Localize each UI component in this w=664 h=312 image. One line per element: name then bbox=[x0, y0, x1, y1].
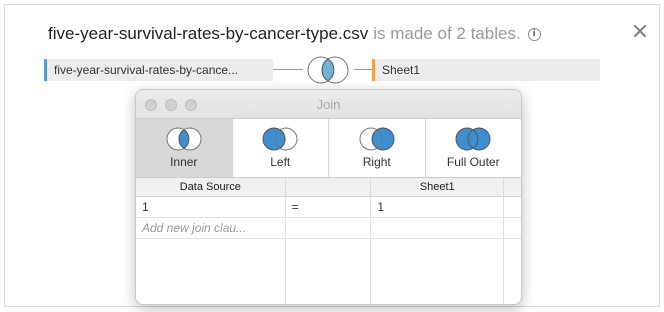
join-type-right[interactable]: Right bbox=[329, 119, 426, 177]
operator-cell[interactable]: = bbox=[286, 197, 372, 217]
join-type-left[interactable]: Left bbox=[233, 119, 329, 177]
right-table-pill[interactable]: Sheet1 bbox=[372, 59, 600, 81]
right-table-label: Sheet1 bbox=[382, 63, 421, 77]
empty-column bbox=[504, 239, 521, 304]
header-sheet1: Sheet1 bbox=[371, 178, 505, 196]
row-spacer bbox=[504, 197, 521, 217]
join-type-label: Inner bbox=[170, 155, 198, 169]
venn-inner-icon bbox=[166, 127, 202, 151]
page-title: five-year-survival-rates-by-cancer-type.… bbox=[48, 24, 541, 44]
connector-line-right bbox=[354, 69, 372, 70]
grid-empty-area bbox=[136, 239, 521, 304]
venn-full-outer-icon bbox=[455, 127, 491, 151]
join-type-inner[interactable]: Inner bbox=[136, 119, 233, 177]
file-name: five-year-survival-rates-by-cancer-type.… bbox=[48, 24, 369, 43]
join-venn-icon[interactable] bbox=[302, 55, 354, 85]
dialog-title: Join bbox=[316, 97, 341, 112]
connector-line-left bbox=[273, 69, 303, 70]
close-icon[interactable]: × bbox=[630, 21, 650, 43]
left-table-label: five-year-survival-rates-by-cance... bbox=[54, 63, 239, 77]
join-clause-row[interactable]: 1 = 1 bbox=[136, 197, 521, 218]
join-type-label: Full Outer bbox=[446, 155, 500, 169]
left-field-cell[interactable]: 1 bbox=[136, 197, 286, 217]
join-type-label: Left bbox=[270, 155, 291, 169]
row-spacer bbox=[504, 218, 521, 238]
venn-right-icon bbox=[359, 127, 395, 151]
venn-left-icon bbox=[262, 127, 298, 151]
empty-column bbox=[136, 239, 286, 304]
info-icon[interactable]: i bbox=[527, 27, 541, 41]
header-spacer bbox=[504, 178, 521, 196]
join-clause-grid: Data Source Sheet1 1 = 1 Add new join cl… bbox=[136, 178, 521, 304]
join-type-full-outer[interactable]: Full Outer bbox=[426, 119, 522, 177]
table-count-text: is made of 2 tables. bbox=[373, 24, 521, 43]
add-join-clause-placeholder[interactable]: Add new join clau... bbox=[136, 218, 286, 238]
add-join-clause-row[interactable]: Add new join clau... bbox=[136, 218, 521, 239]
join-type-selector: Inner Left Right Full Outer bbox=[136, 119, 521, 178]
empty-column bbox=[286, 239, 372, 304]
empty-cell bbox=[371, 218, 505, 238]
left-table-pill[interactable]: five-year-survival-rates-by-cance... bbox=[44, 59, 273, 81]
join-dialog: Join Inner Left Right Full Outer Data So… bbox=[135, 89, 522, 305]
right-field-cell[interactable]: 1 bbox=[371, 197, 505, 217]
empty-column bbox=[371, 239, 505, 304]
grid-header-row: Data Source Sheet1 bbox=[136, 178, 521, 197]
header-data-source: Data Source bbox=[136, 178, 286, 196]
header-operator bbox=[286, 178, 372, 196]
dialog-titlebar: Join bbox=[136, 90, 521, 119]
join-type-label: Right bbox=[362, 155, 391, 169]
empty-cell bbox=[286, 218, 372, 238]
